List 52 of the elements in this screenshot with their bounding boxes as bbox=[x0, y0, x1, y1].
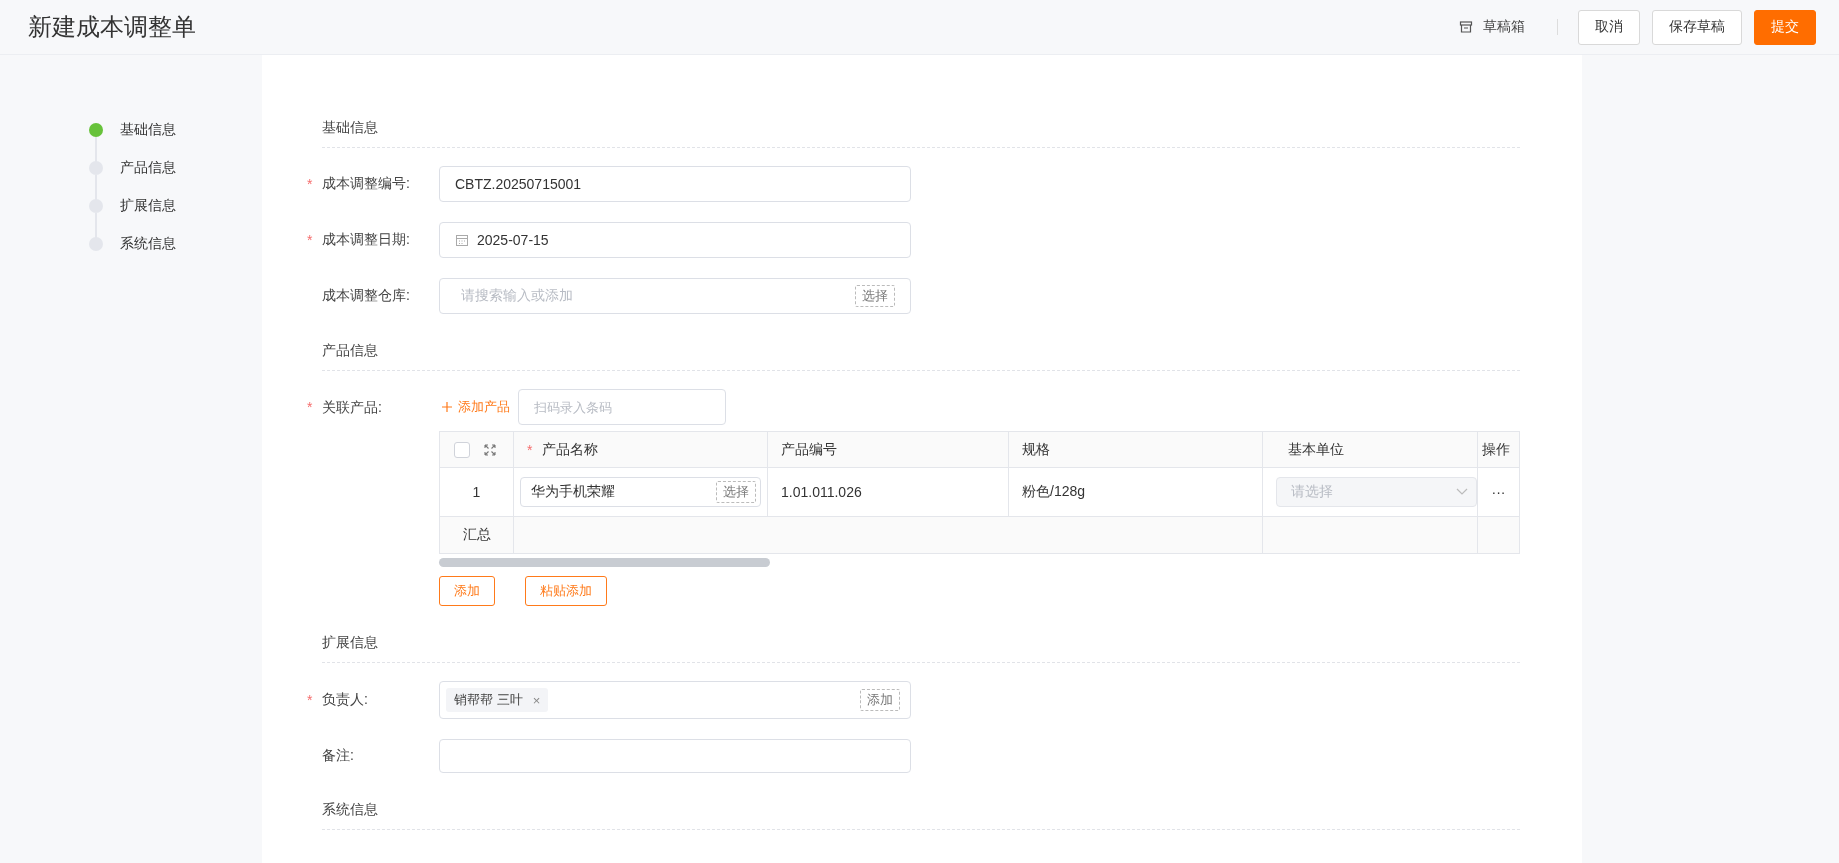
expand-icon bbox=[484, 443, 496, 456]
step-label[interactable]: 产品信息 bbox=[120, 159, 176, 177]
plus-icon bbox=[441, 401, 453, 413]
scrollbar-thumb[interactable] bbox=[439, 558, 770, 567]
table-cell: 1.01.011.026 bbox=[768, 468, 1009, 516]
required-mark: * bbox=[307, 176, 314, 192]
header-button[interactable]: 取消 bbox=[1578, 9, 1640, 45]
calendar-icon bbox=[455, 233, 469, 247]
column-header: 产品名称 bbox=[542, 440, 599, 459]
drafts-button[interactable]: 草稿箱 bbox=[1459, 18, 1525, 36]
more-button[interactable]: ··· bbox=[1478, 468, 1519, 516]
section-title: 扩展信息 bbox=[322, 626, 1520, 663]
required-mark: * bbox=[527, 440, 533, 460]
tag-label: 销帮帮 三叶 bbox=[454, 691, 523, 709]
remark-field[interactable] bbox=[439, 739, 911, 773]
chevron-down-icon bbox=[1456, 488, 1468, 496]
field-label: 备注: bbox=[322, 747, 355, 765]
field-label: 成本调整日期: bbox=[322, 231, 411, 249]
step-label[interactable]: 系统信息 bbox=[120, 235, 176, 253]
column-header: 基本单位 bbox=[1288, 440, 1344, 459]
field-label: 关联产品: bbox=[322, 398, 383, 417]
field-label: 成本调整仓库: bbox=[322, 287, 411, 305]
section-title: 产品信息 bbox=[322, 334, 1520, 371]
summary-label: 汇总 bbox=[440, 517, 514, 553]
header-button[interactable]: 保存草稿 bbox=[1652, 9, 1742, 45]
step-label[interactable]: 扩展信息 bbox=[120, 197, 176, 215]
column-header: 操作 bbox=[1482, 440, 1510, 459]
required-mark: * bbox=[307, 232, 314, 248]
product-name-field[interactable]: 华为手机荣耀 选择 bbox=[520, 477, 761, 507]
select-button[interactable]: 选择 bbox=[855, 285, 895, 307]
archive-icon bbox=[1459, 20, 1473, 34]
required-mark: * bbox=[307, 692, 314, 708]
select-all-checkbox[interactable] bbox=[454, 441, 470, 458]
select-button[interactable]: 选择 bbox=[716, 481, 756, 503]
row-number: 1 bbox=[440, 468, 514, 516]
warehouse-field[interactable]: 请搜索输入或添加 选择 bbox=[439, 278, 911, 314]
field-label: 成本调整编号: bbox=[322, 175, 411, 193]
column-header: 产品编号 bbox=[781, 440, 837, 459]
date-field[interactable]: 2025-07-15 bbox=[439, 222, 911, 258]
column-header: 规格 bbox=[1022, 440, 1050, 459]
section-title: 系统信息 bbox=[322, 793, 1520, 830]
table-cell: 粉色/128g bbox=[1009, 468, 1263, 516]
placeholder-text: 请搜索输入或添加 bbox=[460, 287, 574, 305]
required-mark: * bbox=[307, 398, 314, 417]
text-field[interactable]: CBTZ.20250715001 bbox=[439, 166, 911, 202]
owner-field[interactable]: 销帮帮 三叶 × 添加 bbox=[439, 681, 911, 719]
page-title: 新建成本调整单 bbox=[28, 12, 196, 42]
field-label: 负责人: bbox=[322, 691, 369, 709]
barcode-field[interactable]: 扫码录入条码 bbox=[518, 389, 726, 425]
step-label[interactable]: 基础信息 bbox=[120, 121, 176, 139]
section-title: 基础信息 bbox=[322, 111, 1520, 148]
add-button[interactable]: 添加 bbox=[860, 689, 900, 711]
